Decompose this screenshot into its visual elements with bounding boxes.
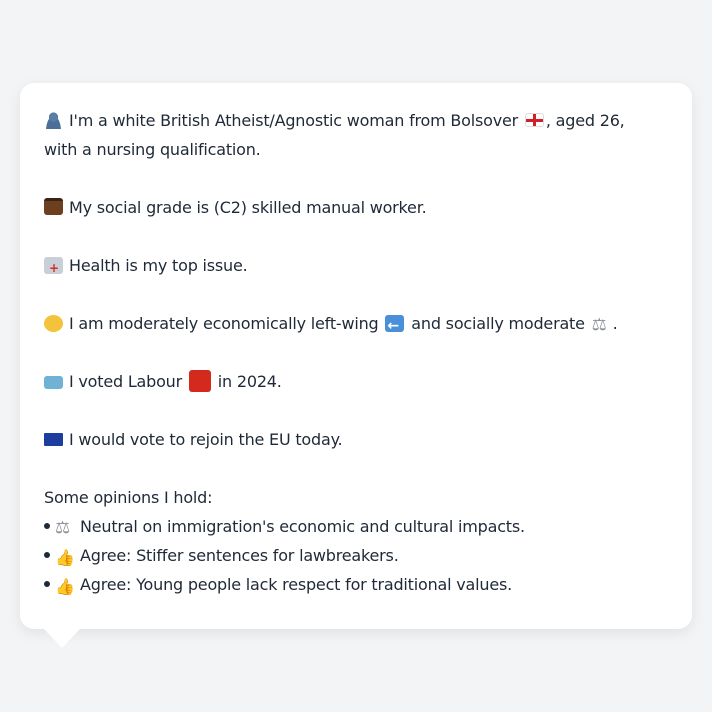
eu-flag-icon: [44, 433, 63, 446]
eu-line: I would vote to rejoin the EU today.: [44, 425, 668, 454]
bubble-tail: [43, 628, 81, 648]
vote-year-text: in 2024.: [217, 372, 282, 391]
social-grade-line: My social grade is (C2) skilled manual w…: [44, 193, 668, 222]
top-issue-line: Health is my top issue.: [44, 251, 668, 283]
persona-message-bubble: I'm a white British Atheist/Agnostic wom…: [20, 83, 692, 629]
top-issue-text: Health is my top issue.: [69, 256, 248, 275]
identity-text: I'm a white British Atheist/Agnostic wom…: [69, 111, 519, 130]
social-ideology-text: and socially moderate: [411, 314, 585, 333]
ideology-line: I am moderately economically left-wing a…: [44, 309, 668, 341]
period-text: .: [612, 314, 618, 333]
briefcase-icon: [44, 198, 63, 215]
red-square-icon: [188, 370, 211, 392]
england-flag-icon: [524, 113, 544, 127]
thumbs-up-icon: [55, 572, 75, 601]
hospital-icon: [44, 254, 63, 283]
bullet: [44, 523, 50, 529]
social-grade-text: My social grade is (C2) skilled manual w…: [69, 198, 427, 217]
opinion-item: Agree: Stiffer sentences for lawbreakers…: [44, 541, 668, 572]
opinion-text: Neutral on immigration's economic and cu…: [80, 517, 525, 536]
economic-ideology-text: I am moderately economically left-wing: [69, 314, 379, 333]
opinions-heading: Some opinions I hold:: [44, 488, 213, 507]
vote-text: I voted Labour: [69, 372, 183, 391]
balance-scale-icon: [592, 311, 611, 340]
person-icon: [44, 112, 63, 129]
thinking-face-icon: [44, 315, 63, 332]
thumbs-up-icon: [55, 543, 75, 572]
balance-scale-icon: [55, 514, 74, 543]
opinion-item: Agree: Young people lack respect for tra…: [44, 570, 668, 601]
opinion-text: Agree: Stiffer sentences for lawbreakers…: [80, 546, 399, 565]
qualification-line: with a nursing qualification.: [44, 140, 261, 159]
opinion-text: Agree: Young people lack respect for tra…: [80, 575, 512, 594]
vote-line: I voted Labour in 2024.: [44, 367, 668, 396]
ballot-box-icon: [44, 376, 63, 389]
identity-line: I'm a white British Atheist/Agnostic wom…: [44, 106, 668, 135]
bullet: [44, 552, 50, 558]
age-text: , aged 26,: [545, 111, 625, 130]
eu-text: I would vote to rejoin the EU today.: [69, 430, 343, 449]
opinion-item: Neutral on immigration's economic and cu…: [44, 512, 668, 543]
bullet: [44, 581, 50, 587]
left-arrow-icon: [385, 312, 405, 341]
